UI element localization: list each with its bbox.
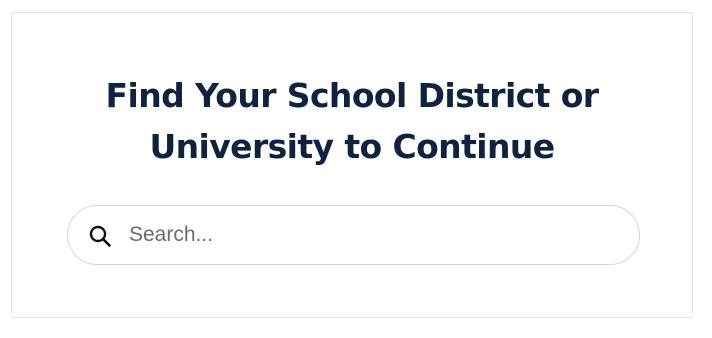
title-line-1: Find Your School District or <box>105 76 600 115</box>
title-line-2: University to Continue <box>149 127 555 166</box>
district-finder-card: Find Your School District or University … <box>11 12 693 318</box>
search-icon <box>88 224 112 248</box>
search-input[interactable] <box>129 206 619 264</box>
search-box[interactable] <box>67 205 640 265</box>
page-title: Find Your School District or University … <box>12 70 692 172</box>
